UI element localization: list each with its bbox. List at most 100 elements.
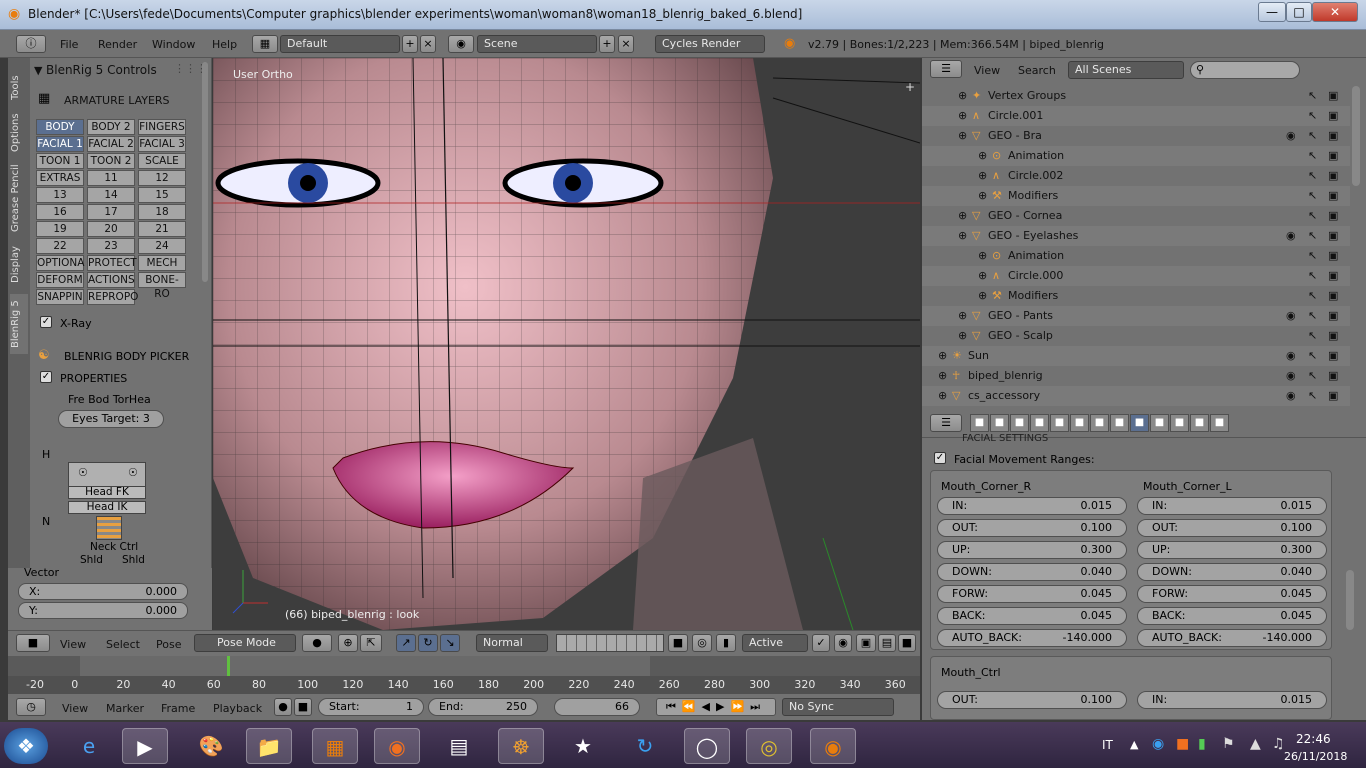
head-fk-button[interactable]: Head FK bbox=[68, 486, 146, 499]
tab-bone-icon[interactable]: ■ bbox=[1130, 414, 1149, 432]
editor-type-properties-icon[interactable]: ☰ bbox=[930, 414, 962, 432]
outliner-item-name[interactable]: GEO - Cornea bbox=[988, 206, 1062, 226]
outliner-row[interactable]: ⊕ ▽ GEO - Cornea ↖ ▣ bbox=[922, 206, 1350, 226]
outliner-item-name[interactable]: Modifiers bbox=[1008, 186, 1058, 206]
outliner-row[interactable]: ⊕ ▽ GEO - Scalp ↖ ▣ bbox=[922, 326, 1350, 346]
snap-target-select[interactable]: Active bbox=[742, 634, 808, 652]
layer-button[interactable]: BODY bbox=[36, 119, 84, 135]
renderable-camera-icon[interactable]: ▣ bbox=[1328, 346, 1338, 366]
outliner-item-name[interactable]: GEO - Scalp bbox=[988, 326, 1053, 346]
outliner-row[interactable]: ⊕ ∧ Circle.001 ↖ ▣ bbox=[922, 106, 1350, 126]
mouth-corner-l-field[interactable]: IN: 0.015 bbox=[1137, 497, 1327, 515]
layer-button[interactable]: 14 bbox=[87, 187, 135, 203]
mouth-corner-r-field[interactable]: OUT: 0.100 bbox=[937, 519, 1127, 537]
tray-expand-icon[interactable]: ▲ bbox=[1130, 738, 1138, 751]
expand-icon[interactable]: ⊕ bbox=[938, 386, 947, 406]
outliner-row[interactable]: ⊕ ▽ GEO - Eyelashes ◉ ↖ ▣ bbox=[922, 226, 1350, 246]
current-frame-field[interactable]: 66 bbox=[554, 698, 640, 716]
expand-icon[interactable]: ⊕ bbox=[978, 186, 987, 206]
mouth-corner-r-field[interactable]: AUTO_BACK: -140.000 bbox=[937, 629, 1127, 647]
outliner-row[interactable]: ⊕ ☥ biped_blenrig ◉ ↖ ▣ bbox=[922, 366, 1350, 386]
layer-button[interactable]: FACIAL 1 bbox=[36, 136, 84, 152]
selectable-cursor-icon[interactable]: ↖ bbox=[1308, 126, 1317, 146]
editor-type-outliner-icon[interactable]: ☰ bbox=[930, 60, 962, 78]
expand-icon[interactable]: ⊕ bbox=[958, 206, 967, 226]
layer-button[interactable]: 16 bbox=[36, 204, 84, 220]
properties-toggle-icon[interactable]: + bbox=[905, 80, 915, 94]
layer-button[interactable]: FACIAL 3 bbox=[138, 136, 186, 152]
tray-battery-icon[interactable]: ▮ bbox=[1198, 736, 1206, 752]
outliner-item-name[interactable]: GEO - Pants bbox=[988, 306, 1053, 326]
renderable-camera-icon[interactable]: ▣ bbox=[1328, 206, 1338, 226]
selectable-cursor-icon[interactable]: ↖ bbox=[1308, 266, 1317, 286]
expand-icon[interactable]: ⊕ bbox=[958, 86, 967, 106]
outliner-item-name[interactable]: Vertex Groups bbox=[988, 86, 1066, 106]
layer-button[interactable]: BODY 2 bbox=[87, 119, 135, 135]
properties-checkbox[interactable]: ✓ bbox=[40, 371, 52, 383]
add-screen-button[interactable]: + bbox=[402, 35, 418, 53]
visibility-eye-icon[interactable]: ◉ bbox=[1286, 226, 1296, 246]
mouth-corner-l-field[interactable]: UP: 0.300 bbox=[1137, 541, 1327, 559]
renderable-camera-icon[interactable]: ▣ bbox=[1328, 286, 1338, 306]
orientation-select[interactable]: Normal bbox=[476, 634, 548, 652]
expand-icon[interactable]: ⊕ bbox=[958, 306, 967, 326]
taskbar-media-icon[interactable]: ▶ bbox=[122, 728, 168, 764]
vector-y-field[interactable]: Y: 0.000 bbox=[18, 602, 188, 619]
playhead[interactable] bbox=[227, 656, 230, 676]
menu-playback[interactable]: Playback bbox=[213, 702, 262, 715]
selectable-cursor-icon[interactable]: ↖ bbox=[1308, 146, 1317, 166]
layer-button[interactable]: 12 bbox=[138, 170, 186, 186]
mode-select[interactable]: Pose Mode bbox=[194, 634, 296, 652]
shading-select[interactable]: ● bbox=[302, 634, 332, 652]
render-engine-select[interactable]: Cycles Render bbox=[655, 35, 765, 53]
rotate-icon[interactable]: ↻ bbox=[418, 634, 438, 652]
sync-select[interactable]: No Sync bbox=[782, 698, 894, 716]
layer-button[interactable]: FINGERS bbox=[138, 119, 186, 135]
layer-button[interactable]: 17 bbox=[87, 204, 135, 220]
outliner-item-name[interactable]: GEO - Bra bbox=[988, 126, 1042, 146]
renderable-camera-icon[interactable]: ▣ bbox=[1328, 246, 1338, 266]
tab-texture-icon[interactable]: ■ bbox=[1190, 414, 1209, 432]
scene-field[interactable]: Scene bbox=[477, 35, 597, 53]
outliner-item-name[interactable]: Modifiers bbox=[1008, 286, 1058, 306]
layer-buttons[interactable] bbox=[556, 634, 664, 652]
properties-scrollbar[interactable] bbox=[1346, 570, 1354, 630]
tab-object-icon[interactable]: ■ bbox=[1050, 414, 1069, 432]
expand-icon[interactable]: ⊕ bbox=[978, 286, 987, 306]
taskbar-photos-icon[interactable]: ▤ bbox=[436, 728, 482, 764]
playback-controls[interactable]: ⏮⏪◀▶⏩⏭ bbox=[656, 698, 776, 716]
menu-file[interactable]: File bbox=[60, 38, 78, 51]
keying-icon[interactable]: ■ bbox=[294, 698, 312, 716]
screen-layout-field[interactable]: Default bbox=[280, 35, 400, 53]
outliner-item-name[interactable]: Sun bbox=[968, 346, 989, 366]
selectable-cursor-icon[interactable]: ↖ bbox=[1308, 186, 1317, 206]
outliner-row[interactable]: ⊕ ▽ GEO - Pants ◉ ↖ ▣ bbox=[922, 306, 1350, 326]
selectable-cursor-icon[interactable]: ↖ bbox=[1308, 106, 1317, 126]
visibility-eye-icon[interactable]: ◉ bbox=[1286, 126, 1296, 146]
renderable-camera-icon[interactable]: ▣ bbox=[1328, 326, 1338, 346]
selectable-cursor-icon[interactable]: ↖ bbox=[1308, 306, 1317, 326]
start-button[interactable]: ❖ bbox=[4, 728, 48, 764]
taskbar-office-icon[interactable]: ▦ bbox=[312, 728, 358, 764]
taskbar-explorer-icon[interactable]: 📁 bbox=[246, 728, 292, 764]
mouth-corner-r-field[interactable]: FORW: 0.045 bbox=[937, 585, 1127, 603]
clock-time[interactable]: 22:46 bbox=[1296, 732, 1331, 746]
outliner-item-name[interactable]: biped_blenrig bbox=[968, 366, 1043, 386]
snap-icon[interactable]: ▮ bbox=[716, 634, 736, 652]
editor-type-info-icon[interactable]: ⓘ bbox=[16, 35, 46, 53]
layer-button[interactable]: 22 bbox=[36, 238, 84, 254]
expand-icon[interactable]: ⊕ bbox=[938, 366, 947, 386]
tab-layers-icon[interactable]: ■ bbox=[990, 414, 1009, 432]
expand-icon[interactable]: ⊕ bbox=[978, 166, 987, 186]
panel-collapse-icon[interactable]: ▼ bbox=[34, 64, 42, 77]
pivot-icon[interactable]: ⊕ bbox=[338, 634, 358, 652]
selectable-cursor-icon[interactable]: ↖ bbox=[1308, 386, 1317, 406]
layer-button[interactable]: 15 bbox=[138, 187, 186, 203]
taskbar-chrome-icon[interactable]: ◎ bbox=[746, 728, 792, 764]
menu-window[interactable]: Window bbox=[152, 38, 195, 51]
tab-grease-pencil[interactable]: Grease Pencil bbox=[10, 158, 28, 238]
image-icon[interactable]: ▤ bbox=[878, 634, 896, 652]
layer-button[interactable]: 20 bbox=[87, 221, 135, 237]
tray-network-icon[interactable]: ◉ bbox=[1152, 736, 1164, 752]
xray-checkbox[interactable]: ✓ bbox=[40, 316, 52, 328]
